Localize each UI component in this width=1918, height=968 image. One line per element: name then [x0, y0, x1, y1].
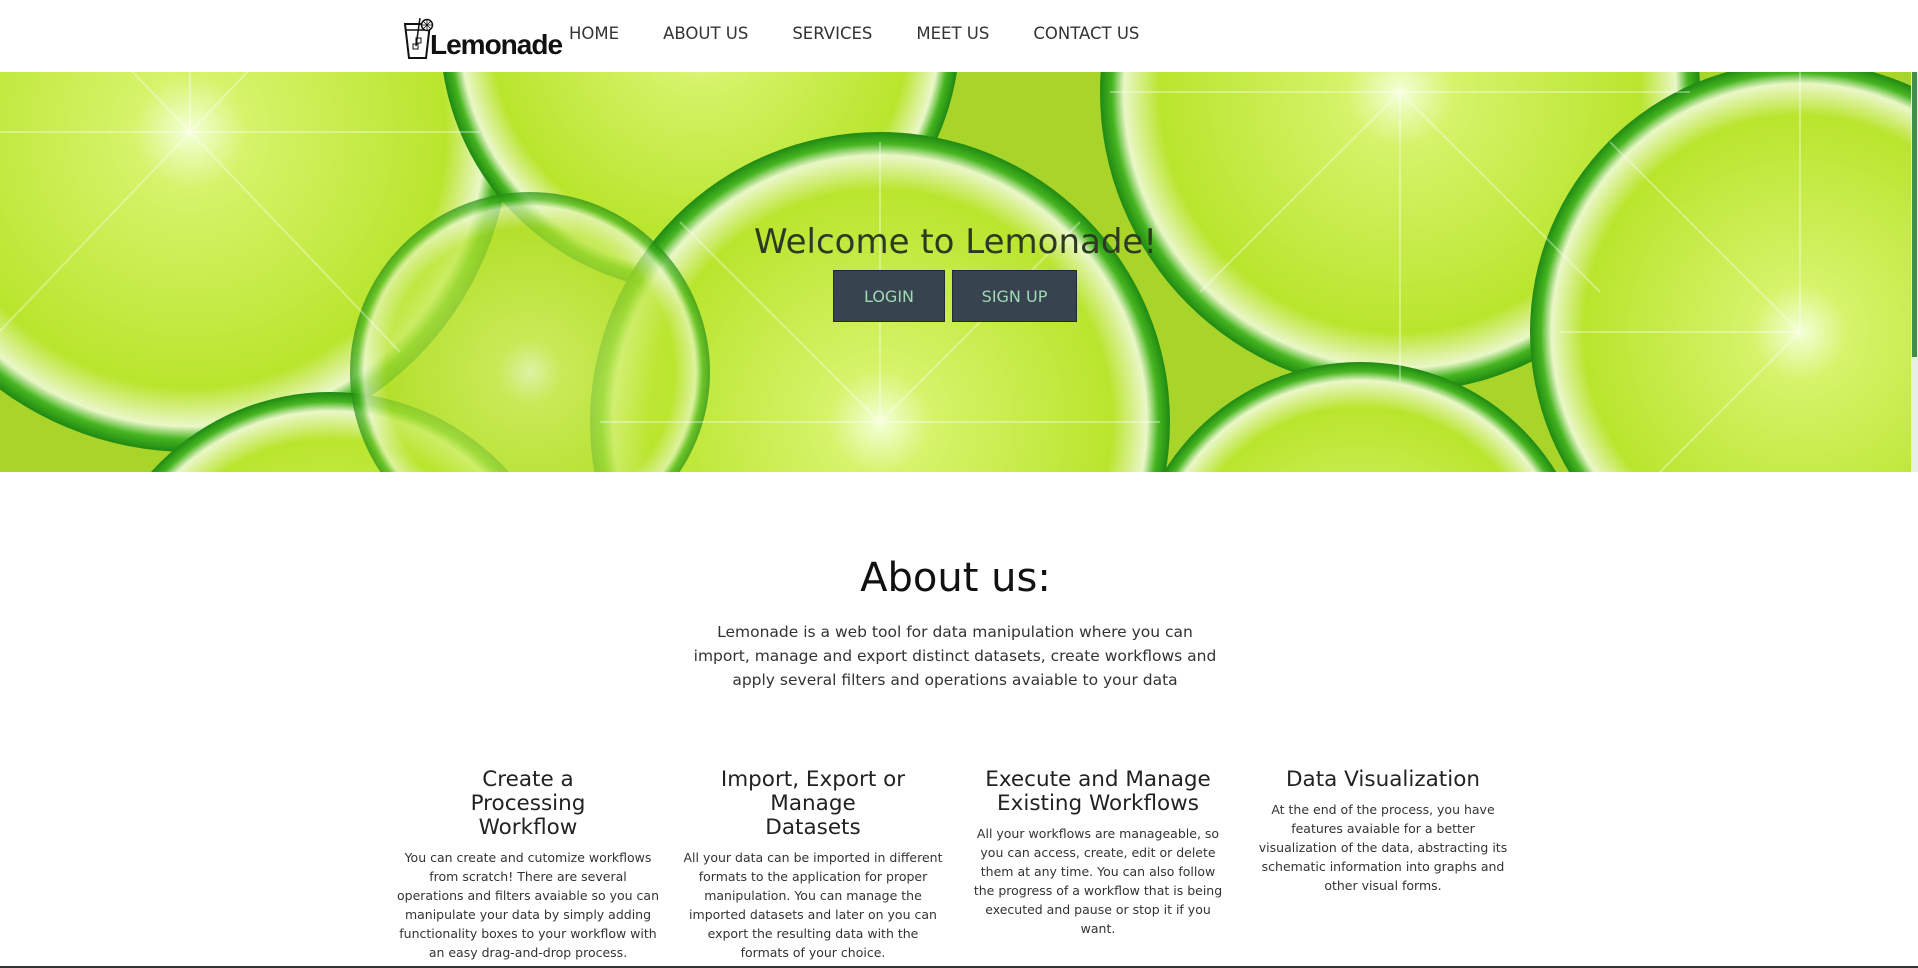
feature-title: Data Visualization [1286, 767, 1480, 792]
nav-meet-us[interactable]: MEET US [916, 24, 989, 43]
about-title: About us: [860, 555, 1051, 601]
hero-banner: Welcome to Lemonade! LOGIN SIGN UP [0, 72, 1911, 472]
hero-title: Welcome to Lemonade! [754, 222, 1157, 262]
feature-title: Create a Processing Workflow [470, 767, 586, 840]
main-nav: HOME ABOUT US SERVICES MEET US CONTACT U… [569, 24, 1139, 43]
page-scrollbar[interactable] [1911, 72, 1918, 472]
scrollbar-thumb[interactable] [1912, 72, 1917, 357]
feature-text: You can create and cutomize workflows fr… [397, 850, 660, 960]
nav-about-us[interactable]: ABOUT US [663, 24, 748, 43]
feature-execute-workflows: Execute and Manage Existing Workflows Al… [967, 768, 1229, 938]
feature-title: Import, Export or Manage Datasets [720, 767, 906, 840]
about-description: Lemonade is a web tool for data manipula… [693, 623, 1217, 689]
signup-button[interactable]: SIGN UP [952, 270, 1077, 322]
hero-actions: LOGIN SIGN UP [833, 270, 1077, 322]
nav-home[interactable]: HOME [569, 24, 619, 43]
nav-services[interactable]: SERVICES [792, 24, 872, 43]
feature-data-visualization: Data Visualization At the end of the pro… [1252, 768, 1514, 895]
top-navbar: Lemonade HOME ABOUT US SERVICES MEET US … [0, 0, 1918, 72]
login-button[interactable]: LOGIN [833, 270, 945, 322]
feature-text: At the end of the process, you have feat… [1258, 802, 1508, 893]
lemonade-logo[interactable]: Lemonade [402, 14, 563, 60]
feature-create-workflow: Create a Processing Workflow You can cre… [397, 768, 659, 962]
logo-wordmark: Lemonade [430, 29, 563, 60]
feature-text: All your workflows are manageable, so yo… [973, 826, 1223, 936]
feature-title: Execute and Manage Existing Workflows [985, 767, 1211, 816]
feature-manage-datasets: Import, Export or Manage Datasets All yo… [682, 768, 944, 962]
feature-text: All your data can be imported in differe… [683, 850, 943, 960]
nav-contact-us[interactable]: CONTACT US [1033, 24, 1139, 43]
